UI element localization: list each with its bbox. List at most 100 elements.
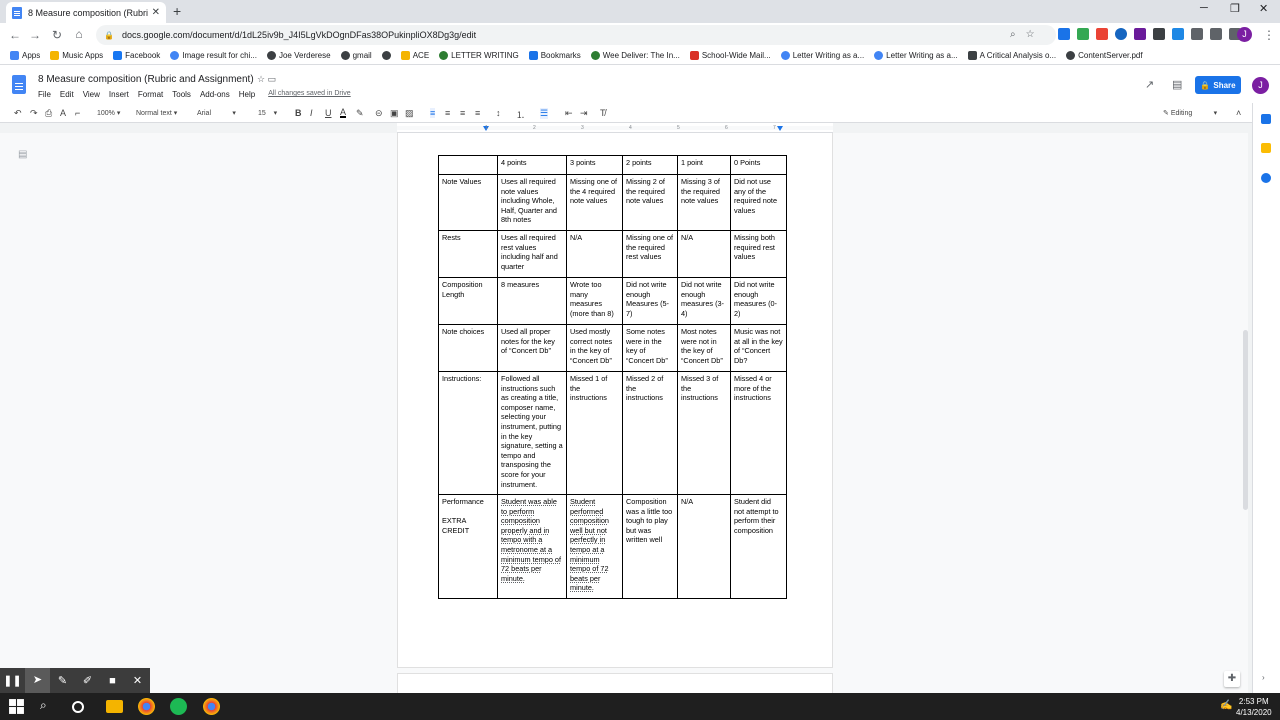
table-cell[interactable]: Missing 3 of the required note values bbox=[677, 174, 731, 231]
paint-format-icon[interactable]: ⌐ bbox=[75, 108, 80, 118]
extension-icon[interactable] bbox=[1096, 28, 1108, 40]
extension-icon[interactable] bbox=[1115, 28, 1127, 40]
table-cell[interactable]: Followed all instructions such as creati… bbox=[497, 371, 567, 495]
redo-icon[interactable]: ↷ bbox=[30, 108, 38, 119]
menu-format[interactable]: Format bbox=[138, 90, 163, 99]
table-cell[interactable]: Used all proper notes for the key of “Co… bbox=[497, 324, 567, 372]
table-cell[interactable]: N/A bbox=[677, 494, 731, 599]
extension-icon[interactable] bbox=[1134, 28, 1146, 40]
system-clock[interactable]: 2:53 PM 4/13/2020 bbox=[1236, 696, 1272, 718]
extension-icon[interactable] bbox=[1210, 28, 1222, 40]
font-size-dropdown[interactable]: 15 ▾ bbox=[258, 109, 277, 117]
menu-insert[interactable]: Insert bbox=[109, 90, 129, 99]
bulleted-list-icon[interactable]: ☰ bbox=[540, 108, 549, 119]
table-cell[interactable]: Wrote too many measures (more than 8) bbox=[566, 277, 623, 325]
bookmark-item[interactable]: Letter Writing as a... bbox=[780, 51, 864, 60]
calendar-icon[interactable] bbox=[1261, 114, 1271, 124]
bookmark-item[interactable]: Apps bbox=[10, 51, 40, 60]
bookmark-item[interactable]: Letter Writing as a... bbox=[874, 51, 958, 60]
decrease-indent-icon[interactable]: ⇤ bbox=[565, 108, 573, 119]
forward-icon[interactable]: → bbox=[24, 28, 46, 42]
clear-formatting-icon[interactable]: T̸ bbox=[600, 108, 606, 118]
keep-icon[interactable] bbox=[1261, 143, 1271, 153]
table-cell[interactable]: Music was not at all in the key of “Conc… bbox=[730, 324, 787, 372]
highlighter-icon[interactable]: ✐ bbox=[75, 674, 100, 687]
table-cell[interactable] bbox=[438, 155, 498, 175]
menu-help[interactable]: Help bbox=[239, 90, 255, 99]
table-cell[interactable]: Student did not attempt to perform their… bbox=[730, 494, 787, 599]
table-cell[interactable]: Did not write enough measures (3-4) bbox=[677, 277, 731, 325]
table-cell[interactable]: Uses all required rest values including … bbox=[497, 230, 567, 278]
table-cell[interactable]: Missed 2 of the instructions bbox=[622, 371, 678, 495]
highlight-icon[interactable]: ✎ bbox=[356, 108, 364, 119]
cursor-icon[interactable]: ➤ bbox=[25, 668, 50, 693]
table-cell[interactable]: Some notes were in the key of “Concert D… bbox=[622, 324, 678, 372]
table-cell[interactable]: N/A bbox=[566, 230, 623, 278]
row-category[interactable]: Rests bbox=[438, 230, 498, 278]
align-right-icon[interactable]: ≡ bbox=[460, 108, 465, 118]
editing-mode-dropdown[interactable]: ✎ Editing ▾ bbox=[1163, 109, 1217, 117]
style-dropdown[interactable]: Normal text ▾ bbox=[136, 109, 177, 117]
table-cell[interactable]: Missed 4 or more of the instructions bbox=[730, 371, 787, 495]
extension-icon[interactable] bbox=[1172, 28, 1184, 40]
close-tab-icon[interactable]: ✕ bbox=[152, 7, 160, 18]
table-cell[interactable]: Composition was a little too tough to pl… bbox=[622, 494, 678, 599]
table-cell[interactable]: Missing one of the 4 required note value… bbox=[566, 174, 623, 231]
table-cell[interactable]: Missed 3 of the instructions bbox=[677, 371, 731, 495]
windows-start-icon[interactable] bbox=[8, 698, 25, 715]
underline-icon[interactable]: U bbox=[325, 108, 332, 118]
bookmark-item[interactable]: Image result for chi... bbox=[170, 51, 257, 60]
bookmark-star-icon[interactable]: ☆ bbox=[1026, 29, 1035, 40]
profile-avatar[interactable]: J bbox=[1237, 27, 1252, 42]
star-icon[interactable]: ☆ bbox=[257, 74, 265, 84]
table-cell[interactable]: Uses all required note values including … bbox=[497, 174, 567, 231]
save-status[interactable]: All changes saved in Drive bbox=[268, 90, 351, 99]
account-avatar[interactable]: J bbox=[1252, 77, 1269, 94]
increase-indent-icon[interactable]: ⇥ bbox=[580, 108, 588, 119]
italic-icon[interactable]: I bbox=[310, 108, 313, 118]
document-title[interactable]: 8 Measure composition (Rubric and Assign… bbox=[38, 74, 254, 85]
table-cell[interactable]: Most notes were not in the key of “Conce… bbox=[677, 324, 731, 372]
camera-icon[interactable]: ■ bbox=[100, 675, 125, 687]
table-cell[interactable]: Missing one of the required rest values bbox=[622, 230, 678, 278]
spotify-icon[interactable] bbox=[170, 698, 187, 715]
bookmark-item[interactable]: gmail bbox=[340, 51, 372, 60]
chrome-icon[interactable] bbox=[203, 698, 220, 715]
collapse-menus-icon[interactable]: ˄ bbox=[1236, 108, 1241, 118]
table-cell[interactable]: Student was able to perform composition … bbox=[497, 494, 567, 599]
extension-icon[interactable] bbox=[1077, 28, 1089, 40]
align-center-icon[interactable]: ≡ bbox=[445, 108, 450, 118]
extension-icon[interactable] bbox=[1191, 28, 1203, 40]
table-header-cell[interactable]: 4 points bbox=[497, 155, 567, 175]
expand-panel-icon[interactable]: › bbox=[1262, 673, 1265, 682]
row-category[interactable]: Performance EXTRA CREDIT bbox=[438, 494, 498, 599]
pen-icon[interactable]: ✎ bbox=[50, 674, 75, 687]
numbered-list-icon[interactable]: ⒈ bbox=[516, 108, 525, 121]
table-cell[interactable]: Did not write enough Measures (5-7) bbox=[622, 277, 678, 325]
bookmark-item[interactable]: ACE bbox=[400, 51, 429, 60]
vertical-scrollbar[interactable] bbox=[1243, 330, 1248, 510]
row-category[interactable]: Instructions: bbox=[438, 371, 498, 495]
table-cell[interactable]: N/A bbox=[677, 230, 731, 278]
spellcheck-icon[interactable]: A bbox=[60, 108, 66, 118]
line-spacing-icon[interactable]: ↕ bbox=[496, 108, 501, 118]
restore-icon[interactable]: ❐ bbox=[1230, 2, 1240, 15]
activity-trend-icon[interactable]: ↗ bbox=[1145, 78, 1154, 91]
bookmark-item[interactable] bbox=[381, 51, 391, 60]
document-outline-icon[interactable]: ▤ bbox=[18, 149, 27, 160]
undo-icon[interactable]: ↶ bbox=[14, 108, 22, 119]
bookmark-item[interactable]: Bookmarks bbox=[528, 51, 581, 60]
pen-workspace-icon[interactable]: ✍ bbox=[1220, 700, 1232, 711]
back-icon[interactable]: ← bbox=[4, 28, 26, 42]
text-color-icon[interactable]: A bbox=[340, 108, 347, 118]
bookmark-item[interactable]: ContentServer.pdf bbox=[1066, 51, 1143, 60]
link-icon[interactable]: ⊝ bbox=[375, 108, 383, 119]
bookmark-item[interactable]: School-Wide Mail... bbox=[689, 51, 771, 60]
print-icon[interactable]: ⎙ bbox=[45, 108, 52, 119]
folder-move-icon[interactable]: ▭ bbox=[268, 74, 277, 84]
insert-image-icon[interactable]: ▨ bbox=[405, 108, 414, 119]
search-icon[interactable]: ⌕ bbox=[40, 698, 57, 715]
bookmark-item[interactable]: Joe Verderese bbox=[266, 51, 331, 60]
insert-comment-icon[interactable]: ▣ bbox=[390, 108, 399, 119]
table-cell[interactable]: Missing 2 of the required note values bbox=[622, 174, 678, 231]
